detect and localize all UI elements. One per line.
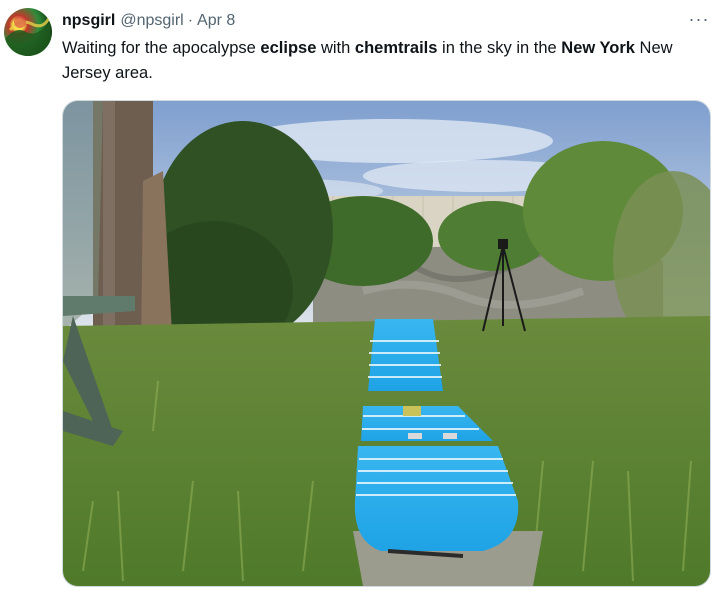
text-segment: Waiting for the apocalypse (62, 39, 261, 57)
tweet-photo[interactable] (62, 100, 711, 587)
highlight-segment: chemtrails (354, 39, 438, 57)
tweet-date[interactable]: Apr 8 (197, 12, 235, 30)
text-segment: in the sky in the (437, 39, 562, 57)
display-name[interactable]: npsgirl (62, 12, 115, 30)
more-horizontal-icon[interactable]: ··· (687, 8, 711, 30)
avatar[interactable] (4, 8, 52, 56)
user-handle[interactable]: @npsgirl (120, 12, 183, 30)
text-segment: with (316, 39, 355, 57)
highlight-segment: New York (561, 39, 635, 57)
tweet-card[interactable]: npsgirl @npsgirl · Apr 8 ··· Waiting for… (0, 0, 727, 591)
highlight-segment: eclipse (260, 39, 317, 57)
tweet-text: Waiting for the apocalypse eclipse with … (62, 36, 702, 86)
tweet-header: npsgirl @npsgirl · Apr 8 (62, 10, 235, 32)
separator-dot: · (187, 12, 194, 29)
backyard-photo (63, 101, 710, 586)
